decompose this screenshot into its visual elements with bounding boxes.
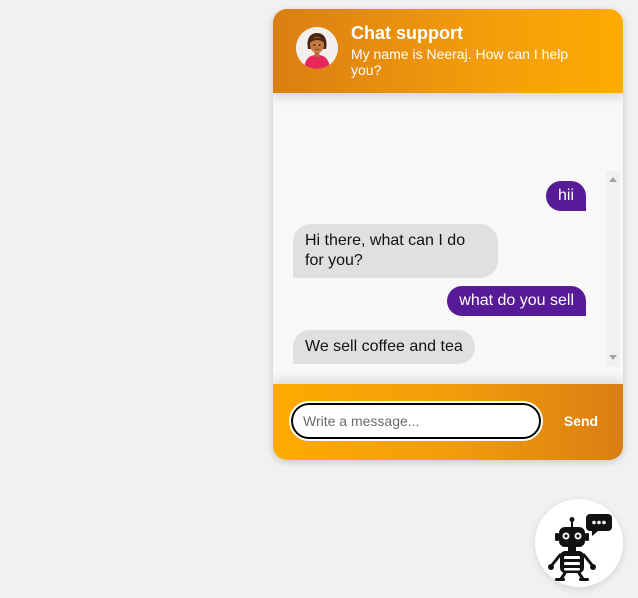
chat-footer: Send [273,384,623,460]
chat-widget: Chat support My name is Neeraj. How can … [273,9,623,460]
robot-chat-icon [548,514,612,581]
chat-launcher-button[interactable] [535,499,623,587]
message-list: hii Hi there, what can I do for you? wha… [273,93,623,384]
chat-header: Chat support My name is Neeraj. How can … [273,9,623,93]
send-button[interactable]: Send [552,406,610,436]
message-input[interactable] [289,401,543,441]
chat-title: Chat support [351,23,463,43]
bot-message: Hi there, what can I do for you? [293,224,498,278]
user-message: hii [545,181,586,211]
support-agent-avatar [296,27,338,69]
scroll-down-arrow-icon[interactable] [609,355,617,360]
chat-subtitle: My name is Neeraj. How can I help you? [351,46,569,78]
person-avatar-icon [296,27,338,69]
user-message: what do you sell [447,286,586,316]
bot-message: We sell coffee and tea [293,330,475,364]
scroll-up-arrow-icon[interactable] [609,177,617,182]
message-scrollbar[interactable] [606,171,620,367]
